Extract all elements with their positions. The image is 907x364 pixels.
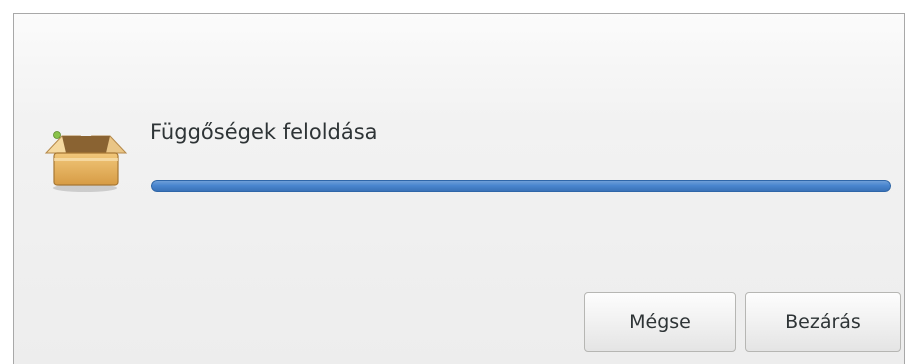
progress-bar: [151, 180, 891, 192]
progress-bar-fill: [151, 180, 891, 192]
cancel-button[interactable]: Mégse: [584, 292, 736, 352]
dialog-title: Függőségek feloldása: [150, 120, 378, 144]
package-box-icon: [44, 131, 128, 192]
close-button[interactable]: Bezárás: [745, 292, 901, 352]
